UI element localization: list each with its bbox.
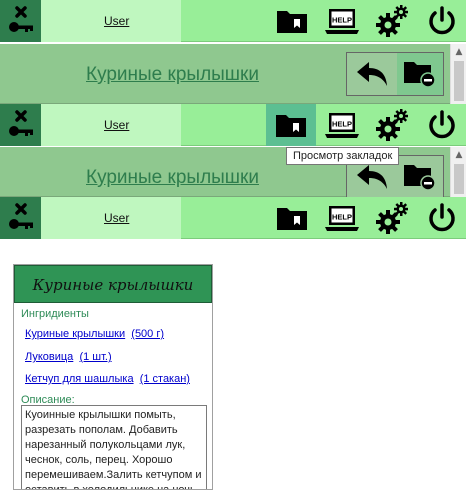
power-button[interactable] — [420, 0, 464, 42]
power-icon — [429, 110, 455, 139]
scroll-thumb[interactable] — [454, 61, 464, 101]
help-label: HELP — [332, 16, 352, 25]
ingredient-name[interactable]: Кетчуп для шашлыка — [25, 373, 134, 385]
back-arrow-icon — [357, 62, 387, 86]
logout-button[interactable] — [0, 197, 41, 239]
settings-button[interactable] — [370, 104, 414, 146]
help-button[interactable]: HELP — [320, 0, 364, 42]
ingredients-label: Ингридиенты — [21, 308, 89, 320]
key-x-icon — [8, 203, 33, 229]
back-arrow-icon — [357, 165, 387, 189]
help-label: HELP — [332, 120, 352, 129]
bookmarks-tooltip: Просмотр закладок — [286, 147, 400, 165]
gear-icon — [376, 109, 408, 141]
description-textarea[interactable]: Куоинные крылышки помыть, разрезать попо… — [21, 405, 207, 489]
recipe-title-link[interactable]: Куриные крылышки — [86, 167, 259, 189]
scroll-up-arrow[interactable]: ▲ — [451, 147, 466, 163]
scroll-up-arrow[interactable]: ▲ — [451, 44, 466, 60]
ingredient-item[interactable]: Луковица (1 шт.) — [25, 351, 112, 363]
recipe-title-link[interactable]: Куриные крылышки — [86, 64, 259, 86]
recipe-header-1: Куриные крылышки — [0, 44, 450, 104]
folder-remove-icon — [404, 165, 436, 191]
ingredient-name[interactable]: Куриные крылышки — [25, 328, 125, 340]
user-link[interactable]: User — [104, 0, 129, 42]
scrollbar-2[interactable]: ▲ — [450, 147, 466, 197]
logout-button[interactable] — [0, 0, 41, 42]
remove-bookmark-button[interactable] — [397, 156, 443, 198]
power-button[interactable] — [420, 197, 464, 239]
header-button-group — [346, 52, 444, 96]
ingredient-item[interactable]: Кетчуп для шашлыка (1 стакан) — [25, 373, 190, 385]
ingredient-item[interactable]: Куриные крылышки (500 г) — [25, 328, 164, 340]
folder-bookmark-icon — [277, 208, 307, 230]
settings-button[interactable] — [370, 0, 414, 42]
gear-icon — [376, 5, 408, 37]
toolbar-3: User HELP — [0, 197, 466, 239]
help-laptop-icon: HELP — [325, 206, 359, 231]
ingredient-name[interactable]: Луковица — [25, 351, 73, 363]
ingredient-qty[interactable]: (1 стакан) — [140, 373, 190, 385]
gear-icon — [376, 202, 408, 234]
help-button[interactable]: HELP — [320, 104, 364, 146]
toolbar-1: User HELP — [0, 0, 466, 42]
key-x-icon — [8, 6, 33, 32]
user-link[interactable]: User — [104, 197, 129, 239]
ingredient-qty[interactable]: (500 г) — [131, 328, 164, 340]
remove-bookmark-button[interactable] — [397, 53, 443, 95]
settings-button[interactable] — [370, 197, 414, 239]
toolbar-2: User HELP — [0, 104, 466, 146]
recipe-card: Куриные крылышки Ингридиенты Куриные кры… — [13, 264, 213, 490]
power-button[interactable] — [420, 104, 464, 146]
folder-remove-icon — [404, 62, 436, 88]
scroll-thumb[interactable] — [454, 164, 464, 194]
recipe-card-title: Куриные крылышки — [14, 265, 212, 303]
help-laptop-icon: HELP — [325, 113, 359, 138]
power-icon — [429, 6, 455, 35]
logout-button[interactable] — [0, 104, 41, 146]
help-label: HELP — [332, 213, 352, 222]
key-x-icon — [8, 110, 33, 136]
help-button[interactable]: HELP — [320, 197, 364, 239]
scrollbar-1[interactable]: ▲ — [450, 44, 466, 104]
folder-bookmark-icon — [277, 11, 307, 33]
folder-bookmark-icon — [276, 115, 306, 137]
bookmarks-button[interactable] — [270, 197, 314, 239]
ingredient-qty[interactable]: (1 шт.) — [79, 351, 111, 363]
back-button[interactable] — [347, 53, 397, 95]
power-icon — [429, 203, 455, 232]
help-laptop-icon: HELP — [325, 9, 359, 34]
bookmarks-button[interactable] — [270, 0, 314, 42]
bookmarks-button-hover[interactable] — [266, 104, 316, 146]
user-link[interactable]: User — [104, 104, 129, 146]
